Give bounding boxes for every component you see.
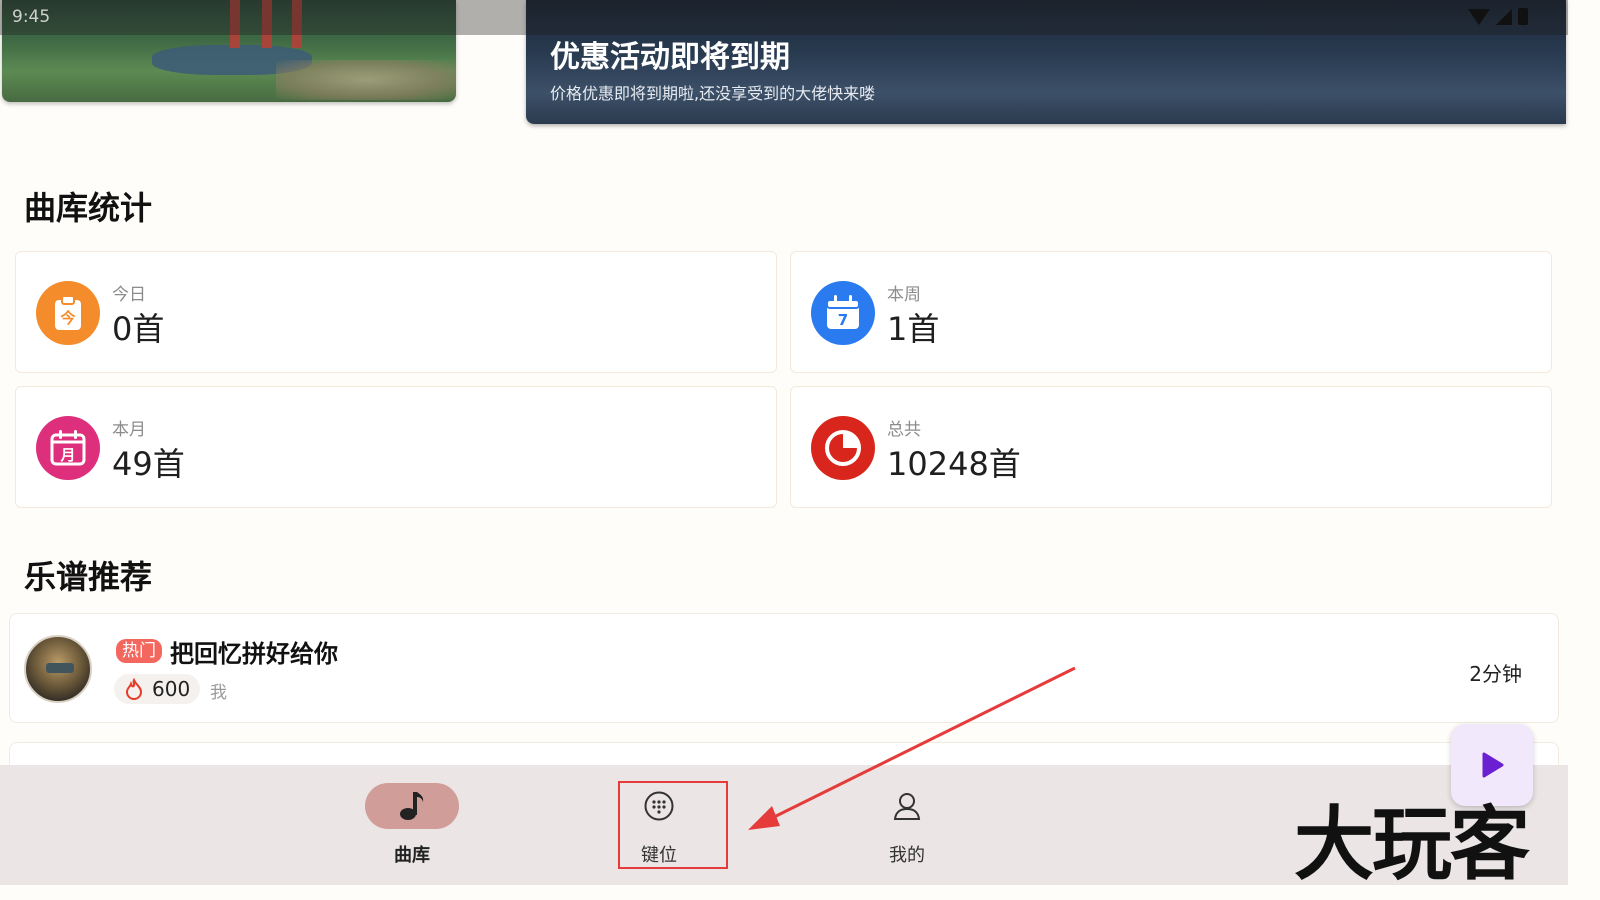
- promo-subtitle: 价格优惠即将到期啦,还没享受到的大佬快来喽: [550, 84, 876, 103]
- play-icon: [1482, 752, 1504, 778]
- nav-tab-library[interactable]: 曲库: [337, 765, 487, 875]
- battery-icon: [1518, 8, 1528, 25]
- stat-card-total[interactable]: 总共 10248首: [790, 386, 1552, 508]
- stats-section-title: 曲库统计: [24, 189, 153, 227]
- status-bar: 9:45: [0, 0, 1568, 35]
- calendar-month-icon: 月: [36, 416, 100, 480]
- calendar-week-icon: 7: [811, 281, 875, 345]
- month-icon-glyph: 月: [59, 446, 75, 464]
- status-time: 9:45: [12, 7, 51, 27]
- stat-label: 本周: [887, 285, 921, 305]
- score-author: 我: [210, 683, 227, 703]
- avatar-face-decoration: [46, 663, 74, 673]
- watermark-logo: 大玩客: [1294, 797, 1530, 891]
- banner-path-decoration: [276, 60, 456, 100]
- person-icon: [890, 789, 924, 823]
- score-duration: 2分钟: [1469, 662, 1522, 686]
- hot-count-pill: 600: [114, 674, 200, 704]
- score-avatar: [24, 635, 92, 703]
- status-icons: [1468, 8, 1528, 25]
- hot-count: 600: [152, 677, 191, 701]
- score-list-item[interactable]: 热门 把回忆拼好给你 600 我 2分钟: [9, 613, 1559, 723]
- annotation-highlight-box: [618, 781, 728, 869]
- hot-tag-badge: 热门: [116, 639, 162, 663]
- stat-value: 49首: [112, 445, 185, 483]
- nav-tab-profile[interactable]: 我的: [832, 765, 982, 875]
- nav-active-indicator: [365, 783, 459, 829]
- stat-label: 本月: [112, 420, 146, 440]
- nav-label-profile: 我的: [889, 845, 925, 866]
- today-clipboard-icon: 今: [36, 281, 100, 345]
- cellular-signal-icon: [1496, 8, 1512, 25]
- nav-label-library: 曲库: [394, 845, 430, 866]
- week-icon-glyph: 7: [838, 311, 848, 329]
- score-title: 把回忆拼好给你: [170, 640, 338, 668]
- recommend-section-title: 乐谱推荐: [24, 558, 153, 596]
- stat-card-month[interactable]: 月 本月 49首: [15, 386, 777, 508]
- stat-value: 10248首: [887, 445, 1021, 483]
- stat-value: 0首: [112, 310, 165, 348]
- stat-label: 总共: [887, 420, 921, 440]
- stat-card-week[interactable]: 7 本周 1首: [790, 251, 1552, 373]
- flame-icon: [125, 678, 143, 700]
- stat-value: 1首: [887, 310, 940, 348]
- stat-label: 今日: [112, 285, 146, 305]
- music-note-icon: [400, 792, 424, 820]
- pie-chart-icon: [811, 416, 875, 480]
- stat-card-today[interactable]: 今 今日 0首: [15, 251, 777, 373]
- today-icon-glyph: 今: [59, 309, 75, 327]
- promo-title: 优惠活动即将到期: [550, 40, 790, 75]
- wifi-icon: [1468, 8, 1490, 25]
